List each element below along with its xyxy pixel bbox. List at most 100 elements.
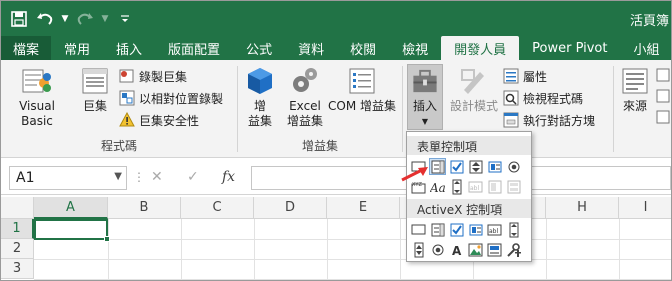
grid-line (546, 219, 547, 280)
row-header[interactable]: 1 (1, 219, 34, 239)
form-scroll-bar-icon[interactable] (448, 178, 465, 195)
column-header[interactable]: A (34, 197, 108, 219)
fill-handle[interactable] (104, 236, 110, 242)
form-spin-button-icon[interactable] (467, 158, 484, 175)
activex-spin-button-icon[interactable] (410, 241, 427, 258)
undo-icon[interactable] (35, 9, 55, 29)
macros-label: 巨集 (82, 99, 107, 113)
activex-checkbox-icon[interactable] (448, 221, 465, 238)
tab-page-layout[interactable]: 版面配置 (155, 36, 233, 60)
xml-source-icon (622, 68, 648, 94)
grid-line (619, 219, 620, 280)
com-addins-button[interactable]: COM 增益集 (326, 66, 398, 114)
tab-team[interactable]: 小組 (621, 36, 672, 60)
activex-image-icon[interactable] (467, 241, 484, 258)
cancel-entry-button[interactable]: ✕ (151, 169, 163, 185)
tab-insert[interactable]: 插入 (103, 36, 155, 60)
activex-option-button-icon[interactable] (429, 241, 446, 258)
properties-button[interactable]: 屬性 (503, 66, 547, 86)
warning-icon (119, 112, 135, 127)
grid-line (327, 219, 328, 280)
activex-list-box-icon[interactable] (467, 221, 484, 238)
form-controls-header: 表單控制項 (407, 136, 531, 155)
record-macro-button[interactable]: 錄製巨集 (119, 66, 187, 86)
form-list-box-icon[interactable] (486, 158, 503, 175)
addins-group-label: 增益集 (301, 139, 338, 153)
macro-security-button[interactable]: 巨集安全性 (119, 110, 199, 130)
quick-access-toolbar: ▼ ▼ (1, 9, 135, 29)
xml-group: 來源 (614, 60, 671, 158)
tab-file[interactable]: 檔案 (1, 36, 52, 60)
tab-power-pivot[interactable]: Power Pivot (519, 36, 620, 60)
name-box[interactable]: A1 ▼ (9, 166, 127, 190)
select-all-corner[interactable] (1, 197, 34, 219)
redo-dropdown-icon[interactable]: ▼ (101, 9, 109, 29)
activex-more-controls-icon[interactable] (505, 241, 522, 258)
addins-group: 增 益集 Excel 增益集 COM 增益集 增益集 (238, 60, 402, 158)
undo-dropdown-icon[interactable]: ▼ (61, 9, 69, 29)
insert-label: 插入 (412, 99, 437, 113)
activex-command-button-icon[interactable] (410, 221, 427, 238)
tab-home[interactable]: 常用 (51, 36, 103, 60)
grid-line (34, 239, 671, 240)
column-header[interactable]: C (181, 197, 254, 219)
form-text-field-icon[interactable]: abl (467, 178, 484, 195)
tab-developer[interactable]: 開發人員 (441, 36, 520, 60)
excel-addins-label-1: Excel (289, 99, 321, 113)
column-header[interactable]: D (254, 197, 327, 219)
relative-refs-label: 以相對位置錄製 (139, 91, 224, 106)
tab-data[interactable]: 資料 (285, 36, 337, 60)
grid-line (108, 219, 109, 280)
addins-button[interactable]: 增 益集 (242, 66, 278, 129)
activex-label-icon[interactable]: A (448, 241, 465, 258)
insert-function-button[interactable]: fx (222, 169, 235, 185)
code-group-label: 程式碼 (100, 139, 137, 153)
formula-bar-splitter[interactable]: ⋮ (133, 170, 146, 184)
column-header[interactable]: E (327, 197, 400, 219)
macros-button[interactable]: 巨集 (77, 66, 113, 114)
xml-small-icons (656, 68, 670, 124)
row-header[interactable]: 3 (1, 259, 34, 279)
grid-line (34, 259, 671, 260)
macro-security-label: 巨集安全性 (139, 113, 200, 128)
relative-refs-button[interactable]: 以相對位置錄製 (119, 88, 223, 108)
form-combo-dropdown-icon[interactable] (505, 178, 522, 195)
com-addins-icon (349, 68, 375, 94)
redo-icon[interactable] (75, 9, 95, 29)
visual-basic-button[interactable]: Visual Basic (5, 66, 69, 129)
activex-text-box-icon[interactable]: abl (486, 221, 503, 238)
view-code-button[interactable]: 檢視程式碼 (503, 88, 583, 108)
form-label-icon[interactable]: Aa (429, 178, 446, 195)
activex-toggle-button-icon[interactable] (486, 241, 503, 258)
save-icon[interactable] (9, 9, 29, 29)
tab-review[interactable]: 校閱 (337, 36, 389, 60)
row-header[interactable]: 2 (1, 239, 34, 259)
formula-bar: A1 ▼ ⋮ ✕ ✓ fx (1, 161, 671, 195)
gear-icon (293, 68, 317, 92)
tab-formulas[interactable]: 公式 (233, 36, 285, 60)
form-combo-list-icon[interactable] (486, 178, 503, 195)
form-checkbox-icon[interactable] (448, 158, 465, 175)
run-dialog-label: 執行對話方塊 (523, 113, 596, 128)
properties-icon (503, 68, 519, 84)
svg-text:Aa: Aa (430, 181, 446, 194)
design-mode-button[interactable]: 設計模式 (447, 66, 501, 114)
column-header[interactable]: B (108, 197, 181, 219)
confirm-entry-button[interactable]: ✓ (187, 169, 199, 185)
source-button[interactable]: 來源 (618, 66, 652, 114)
active-cell[interactable] (34, 219, 110, 242)
form-option-button-icon[interactable] (505, 158, 522, 175)
run-dialog-button[interactable]: 執行對話方塊 (503, 110, 595, 130)
activex-scroll-bar-icon[interactable] (505, 221, 522, 238)
excel-addins-button[interactable]: Excel 增益集 (282, 66, 328, 129)
insert-controls-button[interactable]: 插入 ▼ (407, 64, 443, 130)
column-header[interactable]: H (546, 197, 619, 219)
visual-basic-icon (22, 69, 51, 93)
toolbox-icon (413, 69, 437, 93)
tab-view[interactable]: 檢視 (389, 36, 441, 60)
name-box-dropdown-icon[interactable]: ▼ (114, 171, 122, 182)
customize-qat-icon[interactable] (115, 9, 135, 29)
form-combo-box-icon[interactable] (429, 158, 446, 175)
activex-combo-box-icon[interactable] (429, 221, 446, 238)
column-header[interactable]: I (619, 197, 671, 219)
